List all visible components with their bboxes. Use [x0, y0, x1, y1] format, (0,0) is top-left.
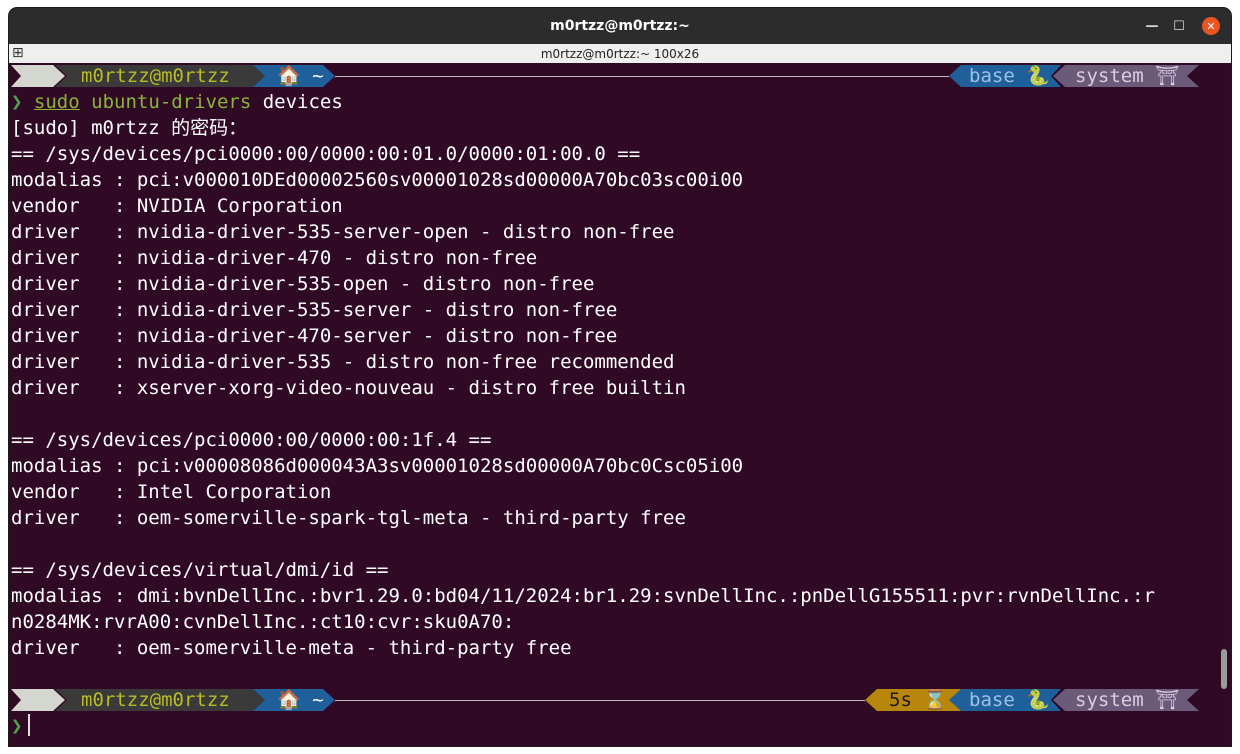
directory-segment: 🏠 ~: [253, 689, 335, 711]
prompt-bar: m0rtzz@m0rtzz 🏠 ~ 5s ⌛ base 🐍 system ⛩: [9, 687, 1219, 713]
output-line: driver : nvidia-driver-535 - distro non-…: [11, 351, 675, 373]
output-line: modalias : pci:v00008086d000043A3sv00001…: [11, 455, 744, 477]
os-segment: [11, 65, 65, 87]
output-line: driver : nvidia-driver-470 - distro non-…: [11, 247, 538, 269]
output-line: driver : xserver-xorg-video-nouveau - di…: [11, 377, 686, 399]
system-segment: system ⛩: [1053, 65, 1199, 87]
minimize-button[interactable]: —: [1143, 17, 1161, 35]
directory-segment: 🏠 ~: [253, 65, 335, 87]
output-line: driver : nvidia-driver-535-server-open -…: [11, 221, 675, 243]
conda-env-segment: base 🐍: [949, 65, 1061, 87]
window-title: m0rtzz@m0rtzz:~: [550, 18, 690, 34]
output-line: driver : oem-somerville-spark-tgl-meta -…: [11, 507, 686, 529]
terminal-body[interactable]: m0rtzz@m0rtzz 🏠 ~ base 🐍 system ⛩ ❯ sudo…: [9, 63, 1219, 746]
input-line[interactable]: ❯: [9, 713, 1219, 739]
new-tab-icon[interactable]: ⊞: [12, 45, 24, 61]
command-arg: devices: [262, 91, 343, 113]
prompt-char: ❯: [11, 715, 23, 737]
output-line: driver : nvidia-driver-470-server - dist…: [11, 325, 618, 347]
close-button[interactable]: ✕: [1202, 17, 1220, 35]
command-sudo: sudo: [33, 91, 80, 113]
duration-segment: 5s ⌛: [865, 689, 961, 711]
output-line: driver : oem-somerville-meta - third-par…: [11, 637, 572, 659]
output-line: driver : nvidia-driver-535-open - distro…: [11, 273, 595, 295]
tab-bar: ⊞ m0rtzz@m0rtzz:~ 100x26: [9, 44, 1231, 63]
system-segment: system ⛩: [1053, 689, 1199, 711]
prompt-divider: [335, 76, 949, 77]
user-host-segment: m0rtzz@m0rtzz: [55, 65, 265, 87]
prompt-char: ❯: [11, 91, 23, 113]
output-line: == /sys/devices/pci0000:00/0000:00:01.0/…: [11, 143, 641, 165]
terminal-window: m0rtzz@m0rtzz:~ — ☐ ✕ ⊞ m0rtzz@m0rtzz:~ …: [9, 8, 1231, 746]
output-line: == /sys/devices/pci0000:00/0000:00:1f.4 …: [11, 429, 492, 451]
user-host-segment: m0rtzz@m0rtzz: [55, 689, 265, 711]
maximize-button[interactable]: ☐: [1170, 17, 1188, 35]
output-line: modalias : dmi:bvnDellInc.:bvr1.29.0:bd0…: [11, 585, 1155, 607]
os-segment: [11, 689, 65, 711]
prompt-divider: [335, 700, 865, 701]
text-cursor: [28, 714, 31, 736]
output-line: vendor : Intel Corporation: [11, 481, 332, 503]
window-titlebar[interactable]: m0rtzz@m0rtzz:~ — ☐ ✕: [9, 8, 1231, 44]
output-line: == /sys/devices/virtual/dmi/id ==: [11, 559, 389, 581]
output-line: modalias : pci:v000010DEd00002560sv00001…: [11, 169, 744, 191]
command-tool: ubuntu-drivers: [91, 91, 252, 113]
conda-env-segment: base 🐍: [949, 689, 1061, 711]
output-line: vendor : NVIDIA Corporation: [11, 195, 343, 217]
output-line: driver : nvidia-driver-535-server - dist…: [11, 299, 618, 321]
scrollbar[interactable]: [1221, 649, 1227, 689]
prompt-bar: m0rtzz@m0rtzz 🏠 ~ base 🐍 system ⛩: [9, 63, 1219, 89]
output-line: n0284MK:rvrA00:cvnDellInc.:ct10:cvr:sku0…: [11, 611, 515, 633]
command-line: ❯ sudo ubuntu-drivers devices: [9, 89, 1219, 115]
tab-title: m0rtzz@m0rtzz:~ 100x26: [540, 46, 700, 61]
output-line: [sudo] m0rtzz 的密码：: [11, 117, 248, 139]
